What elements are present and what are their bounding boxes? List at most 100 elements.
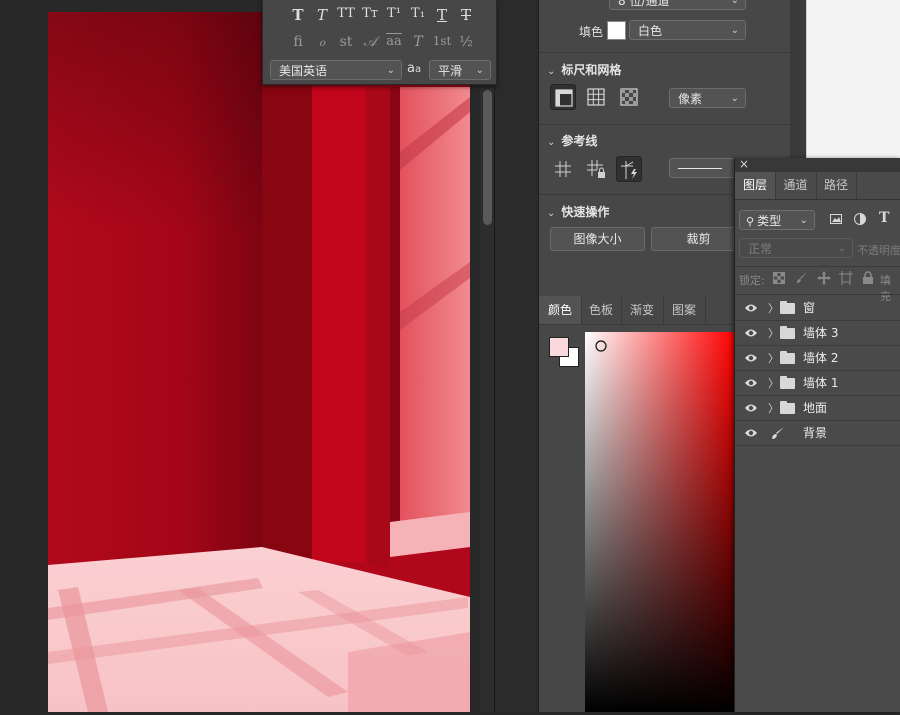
rulers-grid-header[interactable]: ⌄ 标尺和网格 bbox=[547, 61, 621, 78]
strikethrough-button[interactable]: T bbox=[455, 6, 477, 24]
faux-italic-button[interactable]: T bbox=[311, 6, 333, 24]
section-divider bbox=[539, 52, 791, 53]
lock-image-pixels-icon[interactable] bbox=[795, 271, 809, 285]
crop-button[interactable]: 裁剪 bbox=[651, 227, 746, 251]
lock-position-icon[interactable] bbox=[817, 271, 831, 285]
quick-actions-header[interactable]: ⌄ 快速操作 bbox=[547, 203, 609, 220]
ordinals-button[interactable]: 1st bbox=[431, 34, 453, 48]
quick-actions-title: 快速操作 bbox=[561, 205, 610, 219]
grid-toggle[interactable] bbox=[583, 84, 609, 110]
line-style-sample bbox=[678, 168, 722, 169]
fill-value: 白色 bbox=[638, 24, 663, 38]
eye-icon[interactable] bbox=[744, 427, 758, 439]
stylistic-alternates-button[interactable]: aa bbox=[383, 34, 405, 49]
close-icon[interactable]: × bbox=[739, 157, 749, 171]
smart-guides-icon bbox=[621, 161, 637, 179]
guides-header[interactable]: ⌄ 参考线 bbox=[547, 132, 597, 149]
blend-mode-select[interactable]: 正常 ⌄ bbox=[739, 238, 853, 258]
tab-patterns[interactable]: 图案 bbox=[663, 296, 706, 324]
layer-name: 窗 bbox=[803, 301, 816, 315]
lock-transparent-pixels-icon[interactable] bbox=[773, 272, 785, 284]
tab-gradients[interactable]: 渐变 bbox=[621, 296, 664, 324]
image-filter-icon[interactable] bbox=[829, 212, 843, 226]
discretionary-ligatures-button[interactable]: ℴ bbox=[311, 34, 333, 50]
language-select[interactable]: 美国英语 ⌄ bbox=[270, 60, 402, 80]
antialias-value: 平滑 bbox=[438, 64, 463, 78]
lock-artboard-icon[interactable] bbox=[839, 271, 853, 285]
chevron-down-icon: ⌄ bbox=[386, 65, 395, 76]
superscript-button[interactable]: T¹ bbox=[383, 6, 405, 21]
folder-icon bbox=[780, 401, 795, 414]
guides-icon bbox=[555, 161, 571, 177]
chevron-down-icon: ⌄ bbox=[475, 65, 484, 76]
foreground-color-swatch[interactable] bbox=[549, 337, 569, 357]
layer-row[interactable]: 〉 地面 bbox=[735, 396, 900, 421]
stylistic-ligature-button[interactable]: st bbox=[335, 34, 357, 50]
tab-color[interactable]: 颜色 bbox=[539, 296, 582, 324]
search-icon: ⚲ bbox=[746, 215, 755, 228]
color-field[interactable] bbox=[585, 332, 735, 712]
eye-icon[interactable] bbox=[744, 302, 758, 314]
small-caps-button[interactable]: Tт bbox=[359, 6, 381, 21]
background-window bbox=[806, 0, 900, 158]
layer-row[interactable]: 〉 墙体 2 bbox=[735, 346, 900, 371]
scrollbar-thumb[interactable] bbox=[483, 90, 492, 225]
pixel-grid-toggle[interactable] bbox=[616, 84, 642, 110]
section-divider bbox=[735, 266, 900, 267]
type-filter-icon[interactable]: T bbox=[879, 210, 889, 226]
adjustment-filter-icon[interactable] bbox=[853, 212, 867, 226]
panel-dock-gutter bbox=[494, 0, 539, 712]
layer-row[interactable]: 背景 bbox=[735, 421, 900, 446]
ligatures-button[interactable]: fi bbox=[287, 34, 309, 50]
eye-icon[interactable] bbox=[744, 327, 758, 339]
swash-button[interactable]: 𝒜 bbox=[359, 34, 381, 50]
faux-bold-button[interactable]: T bbox=[287, 6, 309, 24]
eye-icon[interactable] bbox=[744, 352, 758, 364]
language-value: 美国英语 bbox=[279, 64, 328, 78]
opacity-label: 不透明度 bbox=[857, 244, 900, 257]
folder-icon bbox=[780, 376, 795, 389]
tab-paths[interactable]: 路径 bbox=[816, 172, 857, 199]
ruler-units-select[interactable]: 像素 ⌄ bbox=[669, 88, 746, 108]
fill-select[interactable]: 白色 ⌄ bbox=[629, 20, 746, 40]
eye-icon[interactable] bbox=[744, 377, 758, 389]
chevron-right-icon[interactable]: 〉 bbox=[768, 350, 779, 366]
chevron-right-icon[interactable]: 〉 bbox=[768, 300, 779, 316]
tab-divider bbox=[539, 324, 739, 325]
mode-select[interactable]: 8 位/通道 ⌄ bbox=[609, 0, 746, 10]
tab-channels[interactable]: 通道 bbox=[775, 172, 817, 199]
lock-all-icon[interactable] bbox=[862, 271, 874, 285]
smart-guides-toggle[interactable] bbox=[616, 156, 642, 182]
layer-row[interactable]: 〉 墙体 3 bbox=[735, 321, 900, 346]
filter-kind-select[interactable]: ⚲ 类型 ⌄ bbox=[739, 210, 815, 230]
chevron-right-icon[interactable]: 〉 bbox=[768, 325, 779, 341]
layer-row[interactable]: 〉 墙体 1 bbox=[735, 371, 900, 396]
collapse-caret-icon: ⌄ bbox=[547, 208, 556, 219]
antialias-icon: aa bbox=[407, 61, 422, 76]
chevron-right-icon[interactable]: 〉 bbox=[768, 400, 779, 416]
fill-label: 填色 bbox=[579, 25, 604, 39]
all-caps-button[interactable]: TT bbox=[335, 6, 357, 21]
underline-button[interactable]: T bbox=[431, 6, 453, 24]
chevron-right-icon[interactable]: 〉 bbox=[768, 375, 779, 391]
subscript-button[interactable]: T₁ bbox=[407, 6, 429, 21]
lock-guides-icon bbox=[587, 160, 605, 178]
tab-swatches[interactable]: 色板 bbox=[581, 296, 622, 324]
pixel-grid-icon bbox=[620, 88, 638, 106]
image-size-button[interactable]: 图像大小 bbox=[550, 227, 645, 251]
rulers-toggle[interactable] bbox=[550, 84, 576, 110]
lock-guides-toggle[interactable] bbox=[583, 156, 609, 182]
fill-swatch[interactable] bbox=[607, 21, 626, 40]
titling-alternates-button[interactable]: T bbox=[407, 34, 429, 50]
fractions-button[interactable]: ½ bbox=[455, 34, 477, 50]
layer-row[interactable]: 〉 窗 bbox=[735, 296, 900, 321]
document-canvas[interactable] bbox=[48, 12, 470, 712]
antialias-select[interactable]: 平滑 ⌄ bbox=[429, 60, 491, 80]
folder-icon bbox=[780, 301, 795, 314]
layer-name: 墙体 2 bbox=[803, 351, 839, 365]
guides-toggle[interactable] bbox=[550, 156, 576, 182]
tab-divider bbox=[735, 199, 900, 200]
eye-icon[interactable] bbox=[744, 402, 758, 414]
tab-layers[interactable]: 图层 bbox=[735, 172, 776, 199]
chevron-down-icon: ⌄ bbox=[730, 25, 739, 36]
